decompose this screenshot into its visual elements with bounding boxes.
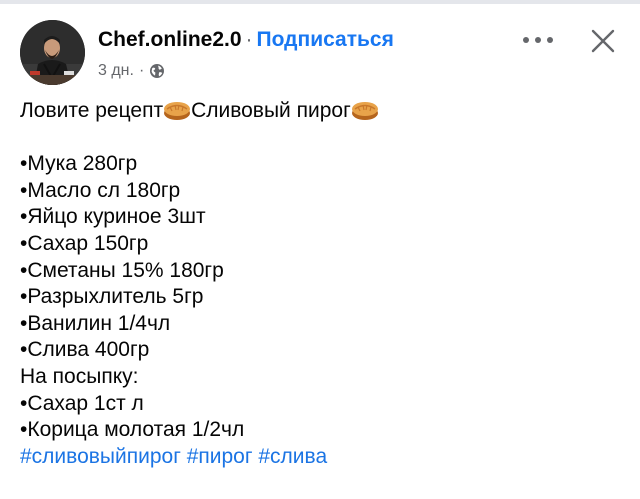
subscribe-link[interactable]: Подписаться	[257, 28, 394, 51]
hashtag-link[interactable]: #слива	[258, 445, 327, 468]
globe-icon	[149, 63, 165, 79]
post-meta: 3 дн. ·	[98, 62, 165, 80]
topping-heading: На посыпку:	[20, 364, 139, 388]
meta-separator: ·	[138, 62, 145, 79]
recipe-title: Сливовый пирог	[191, 99, 351, 122]
top-divider	[0, 0, 640, 4]
pie-icon	[163, 99, 191, 121]
post-timestamp[interactable]: 3 дн.	[98, 62, 134, 80]
avatar[interactable]	[20, 20, 85, 85]
ingredient-item: •Сметаны 15% 180гр	[20, 258, 224, 282]
hashtag-line: #сливовыйпирог #пирог #слива	[20, 444, 620, 471]
ingredient-item: •Масло сл 180гр	[20, 178, 181, 202]
ingredient-item: •Разрыхлитель 5гр	[20, 285, 204, 309]
ingredient-item: •Слива 400гр	[20, 338, 150, 362]
ingredient-item: •Мука 280гр	[20, 152, 138, 176]
more-horizontal-icon[interactable]	[518, 28, 558, 52]
topping-item: •Корица молотая 1/2чл	[20, 418, 245, 442]
intro-text: Ловите рецепт	[20, 99, 164, 122]
post-text: Ловите рецепт Сливовый пирог •Мука 280гр…	[20, 98, 620, 470]
author-line: Chef.online2.0 · Подписаться	[98, 28, 394, 52]
author-separator: ·	[245, 28, 253, 51]
topping-item: •Сахар 1ст л	[20, 391, 144, 415]
close-icon[interactable]	[586, 24, 620, 58]
ingredient-item: •Сахар 150гр	[20, 231, 149, 255]
ingredient-item: •Ванилин 1/4чл	[20, 311, 171, 335]
author-name[interactable]: Chef.online2.0	[98, 28, 242, 51]
hashtag-link[interactable]: #пирог	[187, 445, 253, 468]
post-header: Chef.online2.0 · Подписаться 3 дн. ·	[20, 20, 620, 88]
hashtag-link[interactable]: #сливовыйпирог	[20, 445, 181, 468]
pie-icon	[351, 99, 379, 121]
recipe-intro: Ловите рецепт Сливовый пирог	[20, 98, 620, 125]
ingredient-item: •Яйцо куриное 3шт	[20, 205, 206, 229]
